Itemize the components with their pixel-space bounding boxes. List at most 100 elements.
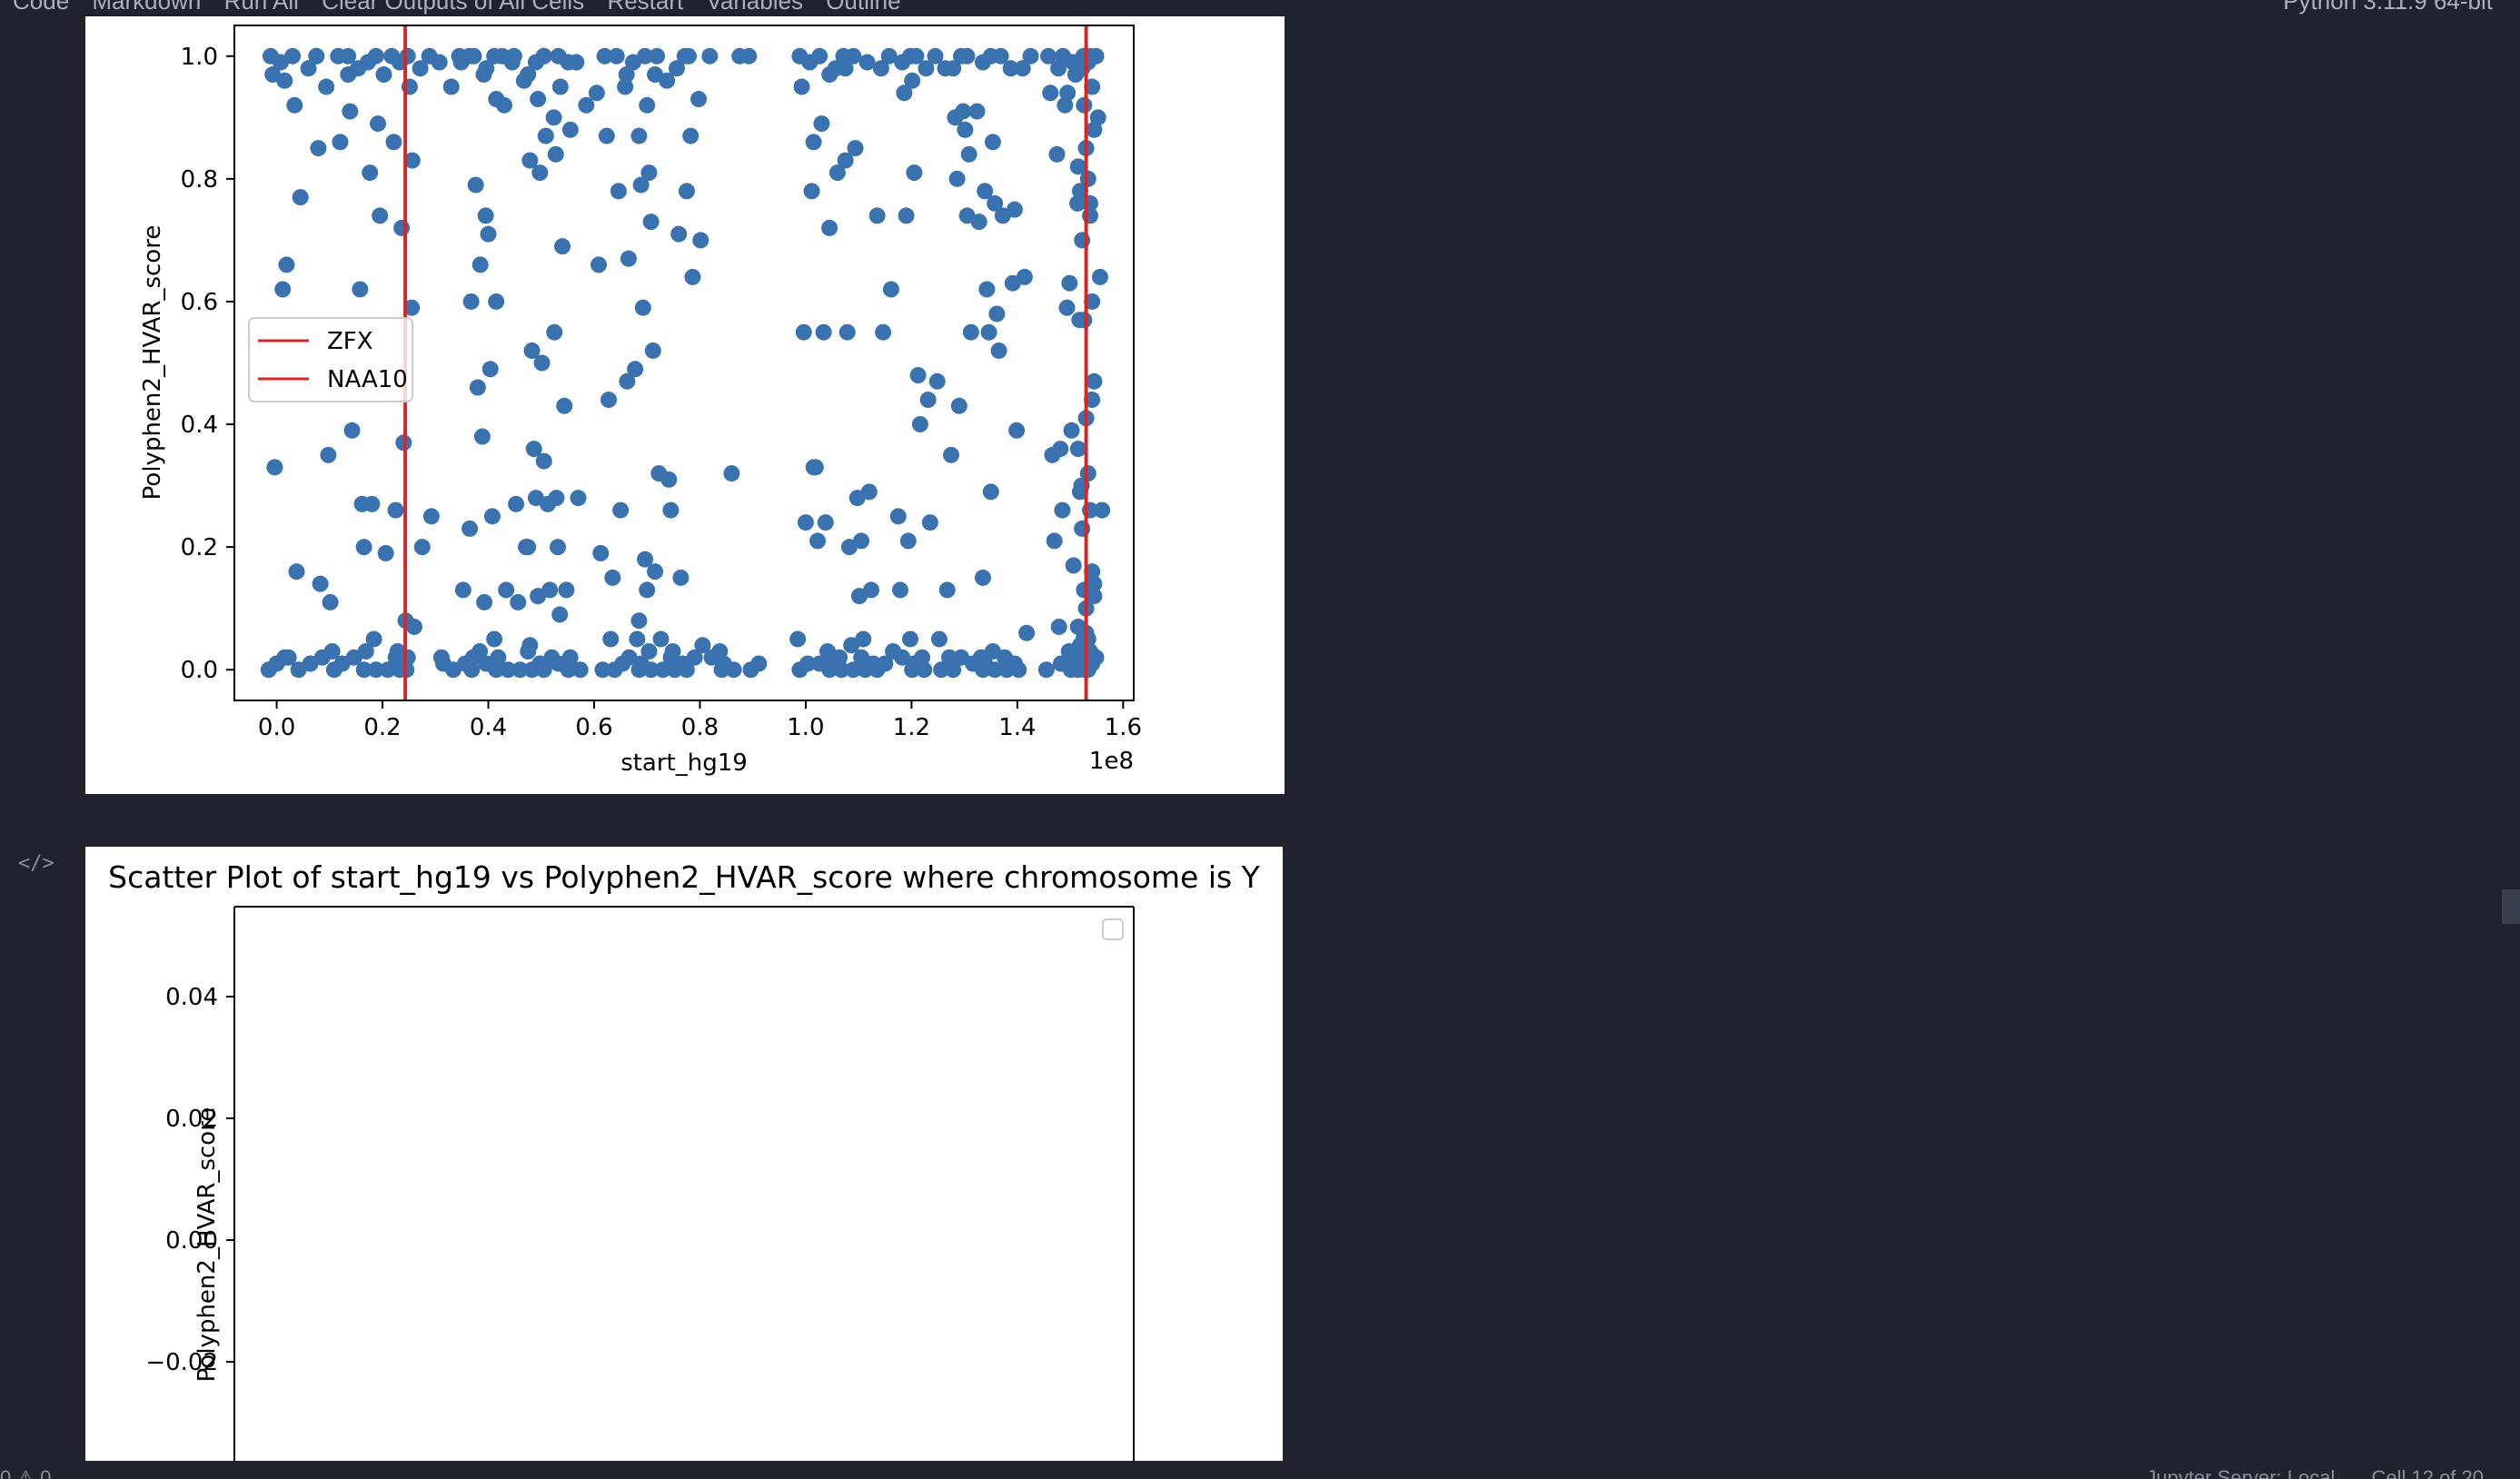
data-point (1058, 299, 1076, 316)
data-point (483, 508, 501, 525)
data-point (340, 47, 357, 65)
data-point (639, 581, 656, 599)
data-point (322, 593, 339, 610)
scatter-chart-1: 0.0 0.2 0.4 0.6 0.8 1.0 1.2 1.4 1.6 0.0 0.2 0.4 0.6… (139, 25, 1142, 777)
cell-code-toggle-icon[interactable]: </> (18, 852, 55, 875)
data-point (442, 78, 460, 95)
data-point (919, 392, 937, 409)
data-point (363, 495, 381, 512)
data-point (588, 84, 605, 102)
data-point (1061, 274, 1078, 292)
data-point (1086, 575, 1103, 592)
data-point (454, 581, 471, 599)
data-point (590, 256, 608, 273)
data-point (1089, 109, 1106, 126)
scrollbar-thumb[interactable] (2502, 889, 2520, 924)
x-tick-label: 1.6 (1105, 714, 1142, 741)
cell-position-indicator[interactable]: Cell 12 of 20 (2371, 1466, 2484, 1479)
variables-button[interactable]: Variables (706, 0, 802, 15)
outline-button[interactable]: Outline (826, 0, 900, 15)
data-point (598, 127, 615, 144)
y-tick-label: 1.0 (181, 44, 218, 71)
data-point (690, 91, 708, 108)
data-point (723, 465, 740, 482)
data-point (320, 446, 337, 463)
data-point (413, 539, 431, 556)
data-point (318, 78, 335, 95)
data-point (901, 630, 918, 648)
data-point (962, 323, 979, 341)
data-point (1087, 649, 1105, 666)
data-point (370, 115, 387, 133)
data-point (548, 490, 565, 507)
data-point (286, 96, 303, 114)
data-point (561, 649, 579, 666)
jupyter-server-status[interactable]: Jupyter Server: Local (2146, 1466, 2335, 1479)
data-point (465, 47, 482, 65)
x-tick-label: 0.2 (363, 714, 401, 741)
data-point (467, 176, 484, 194)
data-point (288, 563, 305, 581)
data-point (1046, 532, 1063, 550)
data-point (815, 323, 832, 341)
y-tick-label: 0.0 (181, 657, 218, 684)
x-tick-label: 1.4 (998, 714, 1036, 741)
data-point (481, 361, 499, 378)
problems-indicator[interactable]: 0 ⚠ 0 (0, 1466, 51, 1479)
data-point (486, 630, 503, 648)
kernel-picker[interactable]: Python 3.11.9 64-bit (2283, 0, 2493, 15)
data-point (1087, 47, 1105, 65)
data-point (974, 569, 991, 586)
data-point (990, 342, 1007, 359)
data-point (399, 47, 416, 65)
data-point (406, 618, 422, 635)
scatter-chart-2: Scatter Plot of start_hg19 vs Polyphen2_… (108, 859, 1261, 1461)
data-point (980, 323, 997, 341)
data-point (604, 569, 621, 586)
data-point (1022, 47, 1039, 65)
data-point (1076, 96, 1093, 114)
add-code-button[interactable]: Code (13, 0, 69, 15)
data-point (602, 630, 620, 648)
data-point (662, 501, 680, 519)
data-point (906, 164, 923, 182)
data-point (550, 47, 567, 65)
add-markdown-button[interactable]: Markdown (92, 0, 201, 15)
data-point (847, 140, 864, 157)
data-point (664, 642, 681, 660)
data-point (471, 256, 489, 273)
chart-legend: ZFX NAA10 (248, 317, 413, 402)
y-axis-label: Polyphen2_HVAR_score (139, 225, 166, 501)
data-point (521, 152, 539, 169)
notebook-toolbar: Code Markdown Run All Clear Outputs of A… (0, 0, 2520, 16)
data-point (292, 189, 309, 206)
data-point (1018, 624, 1036, 641)
data-point (630, 612, 648, 630)
data-point (797, 514, 814, 531)
data-point (545, 109, 562, 126)
data-point (960, 145, 977, 163)
data-point (670, 225, 688, 243)
data-point (860, 483, 878, 501)
data-point (868, 207, 886, 224)
data-point (385, 134, 402, 151)
data-point (421, 47, 438, 65)
data-point (323, 642, 341, 660)
data-point (1059, 84, 1076, 102)
data-point (284, 47, 302, 65)
run-all-button[interactable]: Run All (224, 0, 299, 15)
data-point (547, 145, 564, 163)
data-point (882, 281, 899, 298)
data-point (612, 501, 630, 519)
data-point (476, 593, 493, 610)
data-point (352, 281, 369, 298)
clear-outputs-button[interactable]: Clear Outputs of All Cells (322, 0, 584, 15)
data-point (546, 323, 563, 341)
data-point (561, 121, 579, 138)
data-point (274, 281, 292, 298)
data-point (498, 581, 515, 599)
data-point (1048, 145, 1066, 163)
data-point (701, 47, 719, 65)
restart-button[interactable]: Restart (607, 0, 683, 15)
y-axis-label: Polyphen2_HVAR_score (193, 1107, 221, 1383)
